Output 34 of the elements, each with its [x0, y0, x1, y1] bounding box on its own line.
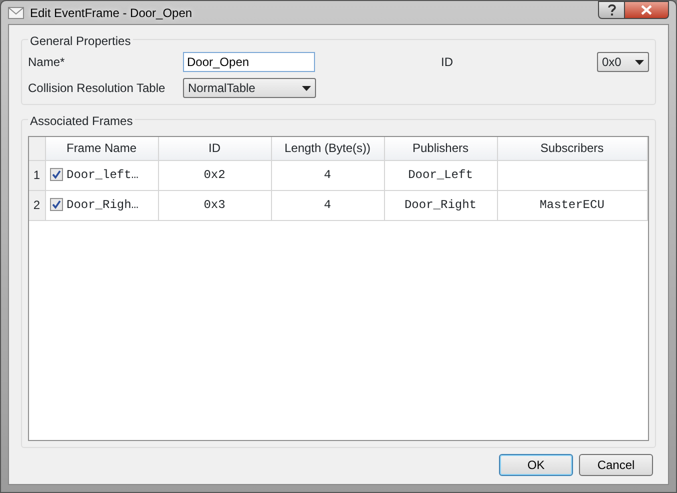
id-dropdown[interactable]: 0x0	[597, 52, 649, 72]
collision-dropdown[interactable]: NormalTable	[183, 78, 316, 98]
length-cell: 4	[324, 168, 332, 182]
window-icon	[8, 6, 24, 18]
collision-label: Collision Resolution Table	[28, 80, 166, 97]
id-cell: 0x2	[204, 168, 226, 182]
publishers-cell: Door_Right	[404, 198, 476, 212]
column-header[interactable]: Frame Name	[45, 137, 158, 160]
column-header[interactable]: Length (Byte(s))	[271, 137, 384, 160]
id-label: ID	[441, 54, 454, 71]
name-field[interactable]: Door_Open	[183, 52, 315, 72]
close-icon	[641, 5, 652, 15]
column-header[interactable]: ID	[158, 137, 271, 160]
window-title: Edit EventFrame - Door_Open	[30, 4, 192, 22]
dialog-button[interactable]: Cancel	[579, 454, 653, 476]
checkbox[interactable]	[50, 168, 62, 182]
length-cell: 4	[324, 198, 332, 212]
column-header[interactable]: Subscribers	[497, 137, 647, 160]
frame-name: Door_left…	[66, 168, 139, 182]
caret-icon	[635, 60, 644, 64]
dialog-button[interactable]: OK	[499, 454, 573, 476]
row-number: 2	[29, 190, 45, 220]
name-label: Name*	[28, 54, 66, 71]
row-number: 1	[29, 160, 45, 190]
help-button[interactable]	[598, 1, 625, 19]
close-button[interactable]	[625, 1, 669, 19]
checkbox[interactable]	[50, 198, 62, 212]
subscribers-cell: MasterECU	[540, 198, 604, 212]
column-header[interactable]: Publishers	[384, 137, 497, 160]
caret-icon	[302, 86, 311, 90]
publishers-cell: Door_Left	[408, 168, 473, 182]
id-cell: 0x3	[204, 198, 226, 212]
help-icon	[608, 4, 616, 16]
frame-name: Door_Righ…	[66, 198, 139, 212]
